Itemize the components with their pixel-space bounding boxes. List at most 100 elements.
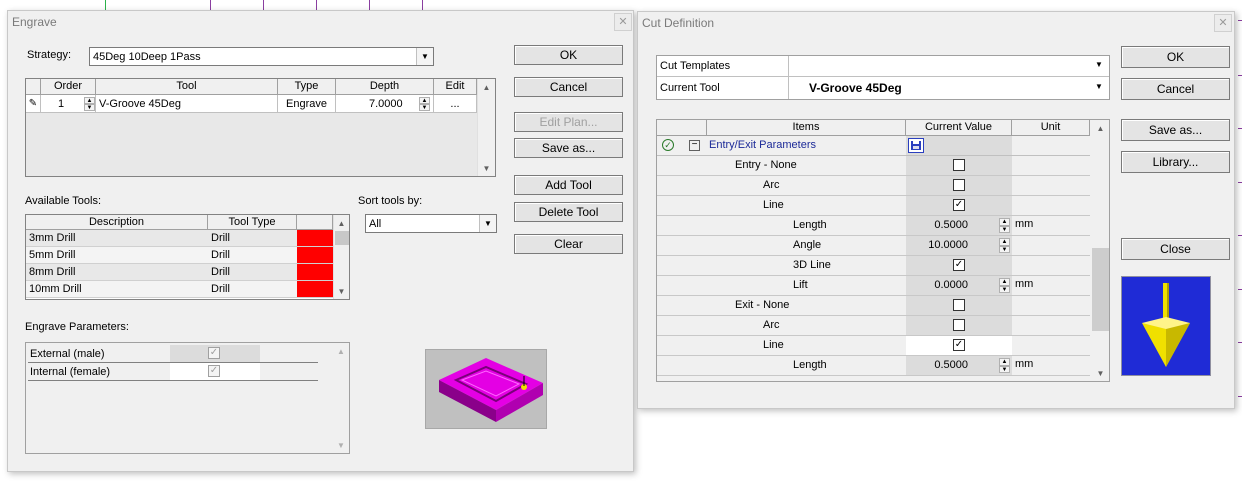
tool-cell[interactable]: V-Groove 45Deg xyxy=(96,95,278,113)
column-header-tool[interactable]: Tool xyxy=(96,79,278,95)
chevron-down-icon[interactable]: ▼ xyxy=(416,48,433,65)
parameter-row[interactable]: Lift 0.0000 ▲ ▼ mm xyxy=(657,276,1090,296)
tool-list-row[interactable]: 10mm Drill Drill xyxy=(26,281,333,298)
scroll-up-icon[interactable]: ▲ xyxy=(334,215,349,231)
parameter-label: Angle xyxy=(793,239,822,251)
parameter-value[interactable]: 10.0000 xyxy=(906,239,968,251)
parameter-checkbox[interactable] xyxy=(953,319,965,331)
tool-description: 3mm Drill xyxy=(29,232,76,244)
scroll-thumb[interactable] xyxy=(1092,248,1109,331)
save-disk-icon[interactable] xyxy=(908,138,924,153)
parameter-spinner[interactable]: ▲ ▼ xyxy=(999,238,1010,253)
cancel-button[interactable]: Cancel xyxy=(514,77,623,97)
strategy-select[interactable]: 45Deg 10Deep 1Pass ▼ xyxy=(89,47,434,66)
sort-tools-select[interactable]: All ▼ xyxy=(365,214,497,233)
current-tool-label: Current Tool xyxy=(657,77,789,99)
delete-tool-button[interactable]: Delete Tool xyxy=(514,202,623,222)
parameter-row[interactable]: Entry - None xyxy=(657,156,1090,176)
parameter-row[interactable]: Line ✓ xyxy=(657,336,1090,356)
pencil-icon: ✎ xyxy=(26,95,41,113)
column-header-type[interactable]: Type xyxy=(278,79,336,95)
parameter-row[interactable]: Angle 10.0000 ▲ ▼ xyxy=(657,236,1090,256)
column-header-items[interactable]: Items xyxy=(707,120,906,136)
parameter-row[interactable]: Exit - None xyxy=(657,296,1090,316)
add-tool-button[interactable]: Add Tool xyxy=(514,175,623,195)
parameter-row[interactable]: Length 0.5000 ▲ ▼ mm xyxy=(657,216,1090,236)
parameter-checkbox[interactable]: ✓ xyxy=(953,259,965,271)
column-header-current-value[interactable]: Current Value xyxy=(906,120,1012,136)
parameters-scrollbar[interactable]: ▲ ▼ xyxy=(1092,120,1109,381)
engrave-param-checkbox[interactable]: ✓ xyxy=(208,365,220,377)
column-header-depth[interactable]: Depth xyxy=(336,79,434,95)
close-icon[interactable]: ✕ xyxy=(614,13,632,31)
scroll-down-icon[interactable]: ▼ xyxy=(334,283,349,299)
ok-button[interactable]: OK xyxy=(514,45,623,65)
depth-spinner[interactable]: ▲ ▼ xyxy=(419,97,430,111)
cut-definition-title: Cut Definition xyxy=(642,16,715,30)
close-icon[interactable]: ✕ xyxy=(1214,14,1232,32)
parameter-row[interactable]: Arc xyxy=(657,176,1090,196)
tool-list-row[interactable]: 3mm Drill Drill xyxy=(26,230,333,247)
scroll-down-icon[interactable]: ▼ xyxy=(1092,365,1109,381)
parameter-label: Lift xyxy=(793,279,808,291)
parameter-spinner[interactable]: ▲ ▼ xyxy=(999,358,1010,373)
canvas-line xyxy=(1238,396,1242,397)
scroll-down-icon[interactable]: ▼ xyxy=(478,160,495,176)
clear-button[interactable]: Clear xyxy=(514,234,623,254)
parameter-checkbox[interactable]: ✓ xyxy=(953,199,965,211)
parameter-value[interactable]: 0.5000 xyxy=(906,359,968,371)
parameter-label: Line xyxy=(763,199,784,211)
parameter-spinner[interactable]: ▲ ▼ xyxy=(999,218,1010,233)
tool-color-swatch xyxy=(297,247,333,263)
params-scrollbar[interactable]: ▲ ▼ xyxy=(333,343,349,453)
parameter-value[interactable]: 0.0000 xyxy=(906,279,968,291)
scroll-up-icon[interactable]: ▲ xyxy=(478,79,495,95)
save-as-button[interactable]: Save as... xyxy=(1121,119,1230,141)
cancel-button[interactable]: Cancel xyxy=(1121,78,1230,100)
parameter-checkbox[interactable] xyxy=(953,299,965,311)
scroll-up-icon[interactable]: ▲ xyxy=(333,343,349,359)
close-button[interactable]: Close xyxy=(1121,238,1230,260)
edit-plan-button[interactable]: Edit Plan... xyxy=(514,112,623,132)
scroll-thumb[interactable] xyxy=(335,231,349,245)
tool-preview-image xyxy=(1121,276,1211,376)
parameter-checkbox[interactable] xyxy=(953,179,965,191)
collapse-icon[interactable]: − xyxy=(689,140,700,151)
tool-list-row[interactable]: 5mm Drill Drill xyxy=(26,247,333,264)
scroll-up-icon[interactable]: ▲ xyxy=(1092,120,1109,136)
toolpath-scrollbar[interactable]: ▲ ▼ xyxy=(477,79,495,176)
engrave-param-checkbox[interactable]: ✓ xyxy=(208,347,220,359)
parameter-label: 3D Line xyxy=(793,259,831,271)
save-as-button[interactable]: Save as... xyxy=(514,138,623,158)
edit-cell-button[interactable]: ... xyxy=(434,95,477,113)
cut-templates-select[interactable] xyxy=(789,56,1109,77)
parameter-row[interactable]: Arc xyxy=(657,316,1090,336)
chevron-down-icon[interactable]: ▼ xyxy=(1095,82,1103,91)
current-tool-select[interactable]: V-Groove 45Deg xyxy=(789,77,1109,99)
parameter-row[interactable]: Line ✓ xyxy=(657,196,1090,216)
chevron-down-icon[interactable]: ▼ xyxy=(479,215,496,232)
engrave-preview-icon xyxy=(439,358,543,422)
parameter-checkbox[interactable]: ✓ xyxy=(953,339,965,351)
column-header-unit[interactable]: Unit xyxy=(1012,120,1090,136)
parameter-spinner[interactable]: ▲ ▼ xyxy=(999,278,1010,293)
tool-list-row[interactable]: 8mm Drill Drill xyxy=(26,264,333,281)
column-header-edit[interactable]: Edit xyxy=(434,79,477,95)
chevron-down-icon[interactable]: ▼ xyxy=(1095,60,1103,69)
column-header-order[interactable]: Order xyxy=(41,79,96,95)
available-tools-label: Available Tools: xyxy=(25,195,102,207)
parameter-checkbox[interactable] xyxy=(953,159,965,171)
parameter-row[interactable]: Length 0.5000 ▲ ▼ mm xyxy=(657,356,1090,376)
parameter-label: Arc xyxy=(763,319,780,331)
column-header-tool-type[interactable]: Tool Type xyxy=(208,215,297,230)
group-row-entry-exit[interactable]: ✓ − Entry/Exit Parameters xyxy=(657,136,1090,156)
parameter-row[interactable]: 3D Line ✓ xyxy=(657,256,1090,276)
canvas-line xyxy=(105,0,106,10)
ok-button[interactable]: OK xyxy=(1121,46,1230,68)
parameter-value[interactable]: 0.5000 xyxy=(906,219,968,231)
library-button[interactable]: Library... xyxy=(1121,151,1230,173)
tools-scrollbar[interactable]: ▲ ▼ xyxy=(333,215,349,299)
column-header-description[interactable]: Description xyxy=(26,215,208,230)
order-spinner[interactable]: ▲ ▼ xyxy=(84,97,95,111)
scroll-down-icon[interactable]: ▼ xyxy=(333,437,349,453)
